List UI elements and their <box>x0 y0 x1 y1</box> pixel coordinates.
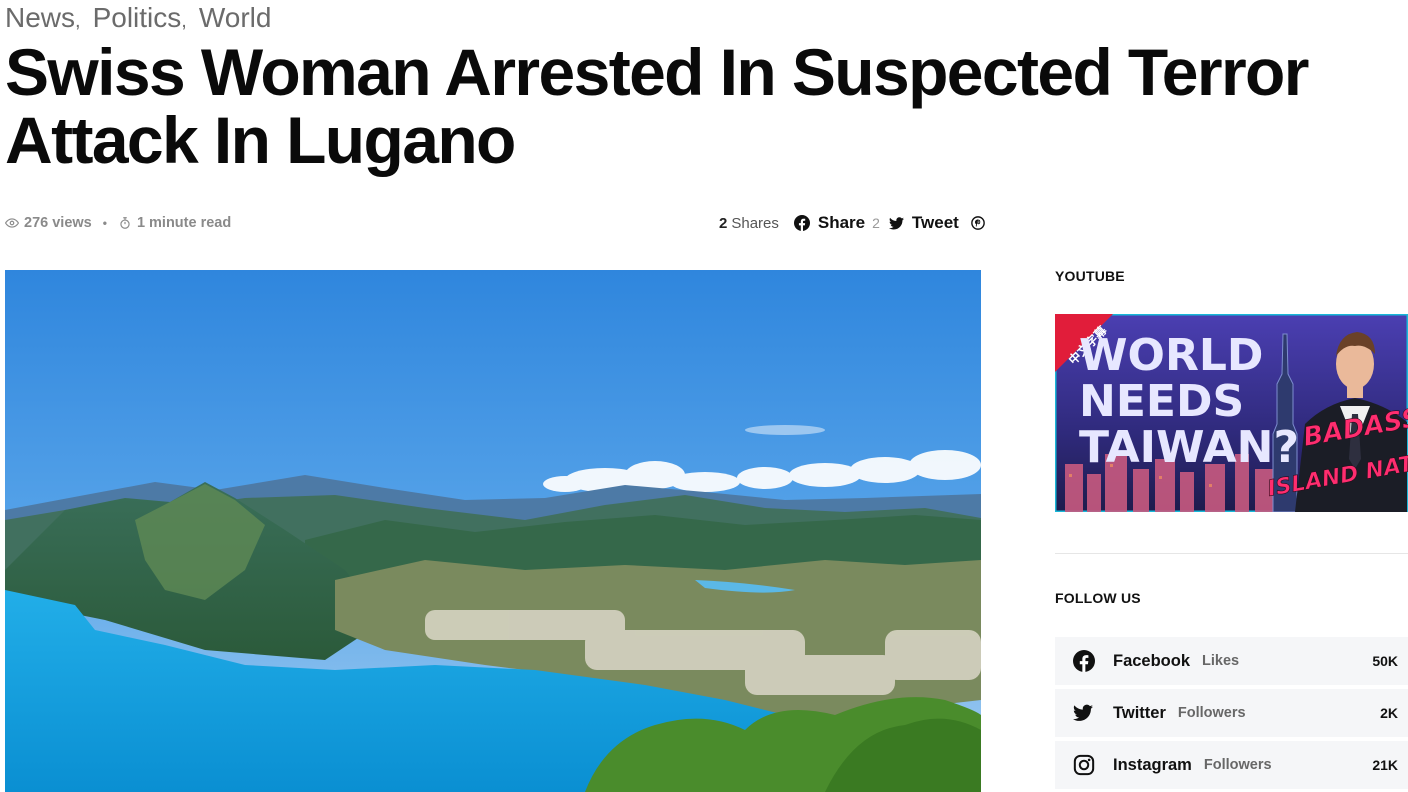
category-world[interactable]: World <box>199 2 272 33</box>
follow-facebook[interactable]: Facebook Likes 50K <box>1055 637 1408 685</box>
facebook-share-label: Share <box>817 213 866 232</box>
follow-twitter-count: 2K <box>1380 705 1398 721</box>
follow-instagram-name: Instagram <box>1113 755 1192 774</box>
twitter-icon <box>888 216 904 229</box>
share-bar: 2 Shares Share 2 Tweet <box>719 213 985 233</box>
follow-facebook-name: Facebook <box>1113 651 1191 670</box>
follow-instagram-label: Followers <box>1203 757 1272 773</box>
views-count: 276 views <box>24 215 92 231</box>
share-count-label: Shares <box>731 214 779 232</box>
follow-facebook-label: Likes <box>1202 653 1240 669</box>
sidebar-divider <box>1055 553 1408 554</box>
instagram-icon <box>1073 754 1095 776</box>
follow-twitter-label: Followers <box>1177 705 1246 721</box>
follow-instagram[interactable]: Instagram Followers 21K <box>1055 741 1408 789</box>
category-links: News, Politics, World <box>5 2 271 34</box>
follow-twitter[interactable]: Twitter Followers 2K <box>1055 689 1408 737</box>
read-time: 1 minute read <box>136 215 232 231</box>
thumbnail-headline-line-1: WORLD <box>1079 330 1263 381</box>
article-meta: 276 views • 1 minute read <box>5 214 231 232</box>
article-title: Swiss Woman Arrested In Suspected Terror… <box>5 35 1309 177</box>
meta-separator: • <box>102 216 107 230</box>
category-news[interactable]: News <box>5 2 75 33</box>
category-separator: , <box>75 10 81 32</box>
follow-twitter-name: Twitter <box>1113 703 1166 722</box>
follow-section-title: FOLLOW US <box>1055 590 1141 606</box>
twitter-icon <box>1073 702 1095 724</box>
thumbnail-headline-line-2: NEEDS <box>1079 376 1244 427</box>
youtube-section-title: YOUTUBE <box>1055 268 1125 284</box>
thumbnail-headline-line-3: TAIWAN? <box>1079 422 1299 473</box>
facebook-icon <box>793 215 810 231</box>
facebook-icon <box>1073 650 1095 672</box>
follow-instagram-count: 21K <box>1372 757 1398 773</box>
tweet-label: Tweet <box>911 213 959 232</box>
share-count: 2 <box>719 214 728 232</box>
facebook-share-button[interactable]: Share <box>793 213 866 233</box>
stopwatch-icon <box>118 216 132 230</box>
tweet-button[interactable]: Tweet <box>888 213 959 233</box>
pinterest-share-button[interactable] <box>971 216 985 230</box>
category-separator: , <box>181 10 187 32</box>
follow-facebook-count: 50K <box>1372 653 1398 669</box>
facebook-share-count: 2 <box>872 215 880 231</box>
hero-image <box>5 270 981 792</box>
pinterest-icon <box>971 216 985 230</box>
youtube-video-thumbnail[interactable]: 中文字幕 WORLD NEEDS TAIWAN? BADASS ISLAND N… <box>1055 314 1408 512</box>
category-politics[interactable]: Politics <box>93 2 182 33</box>
eye-icon <box>5 216 19 230</box>
